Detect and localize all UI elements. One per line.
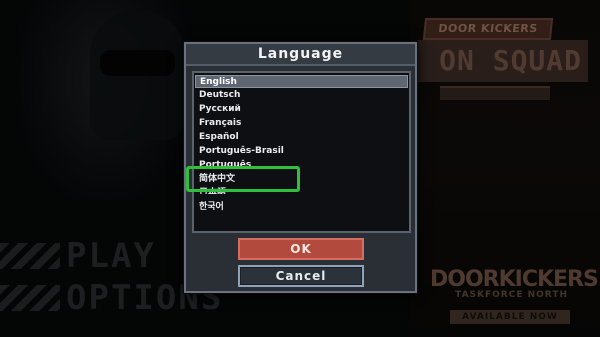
- language-item-russian[interactable]: Русский: [195, 103, 408, 116]
- language-item-english[interactable]: English: [195, 75, 408, 88]
- language-item-deutsch[interactable]: Deutsch: [195, 89, 408, 102]
- dialog-titlebar: Language: [186, 44, 415, 66]
- language-item-korean[interactable]: 한국어: [195, 201, 408, 214]
- language-list[interactable]: English Deutsch Русский Français Español…: [192, 71, 411, 233]
- language-item-portuguese[interactable]: Português: [195, 159, 408, 166]
- language-item-french[interactable]: Français: [195, 117, 408, 130]
- highlight-box: [186, 166, 300, 192]
- language-item-spanish[interactable]: Español: [195, 131, 408, 144]
- cancel-button[interactable]: Cancel: [238, 265, 364, 287]
- dialog-title: Language: [257, 46, 344, 62]
- language-item-portuguese-brazil[interactable]: Português-Brasil: [195, 145, 408, 158]
- ok-button[interactable]: OK: [238, 238, 364, 260]
